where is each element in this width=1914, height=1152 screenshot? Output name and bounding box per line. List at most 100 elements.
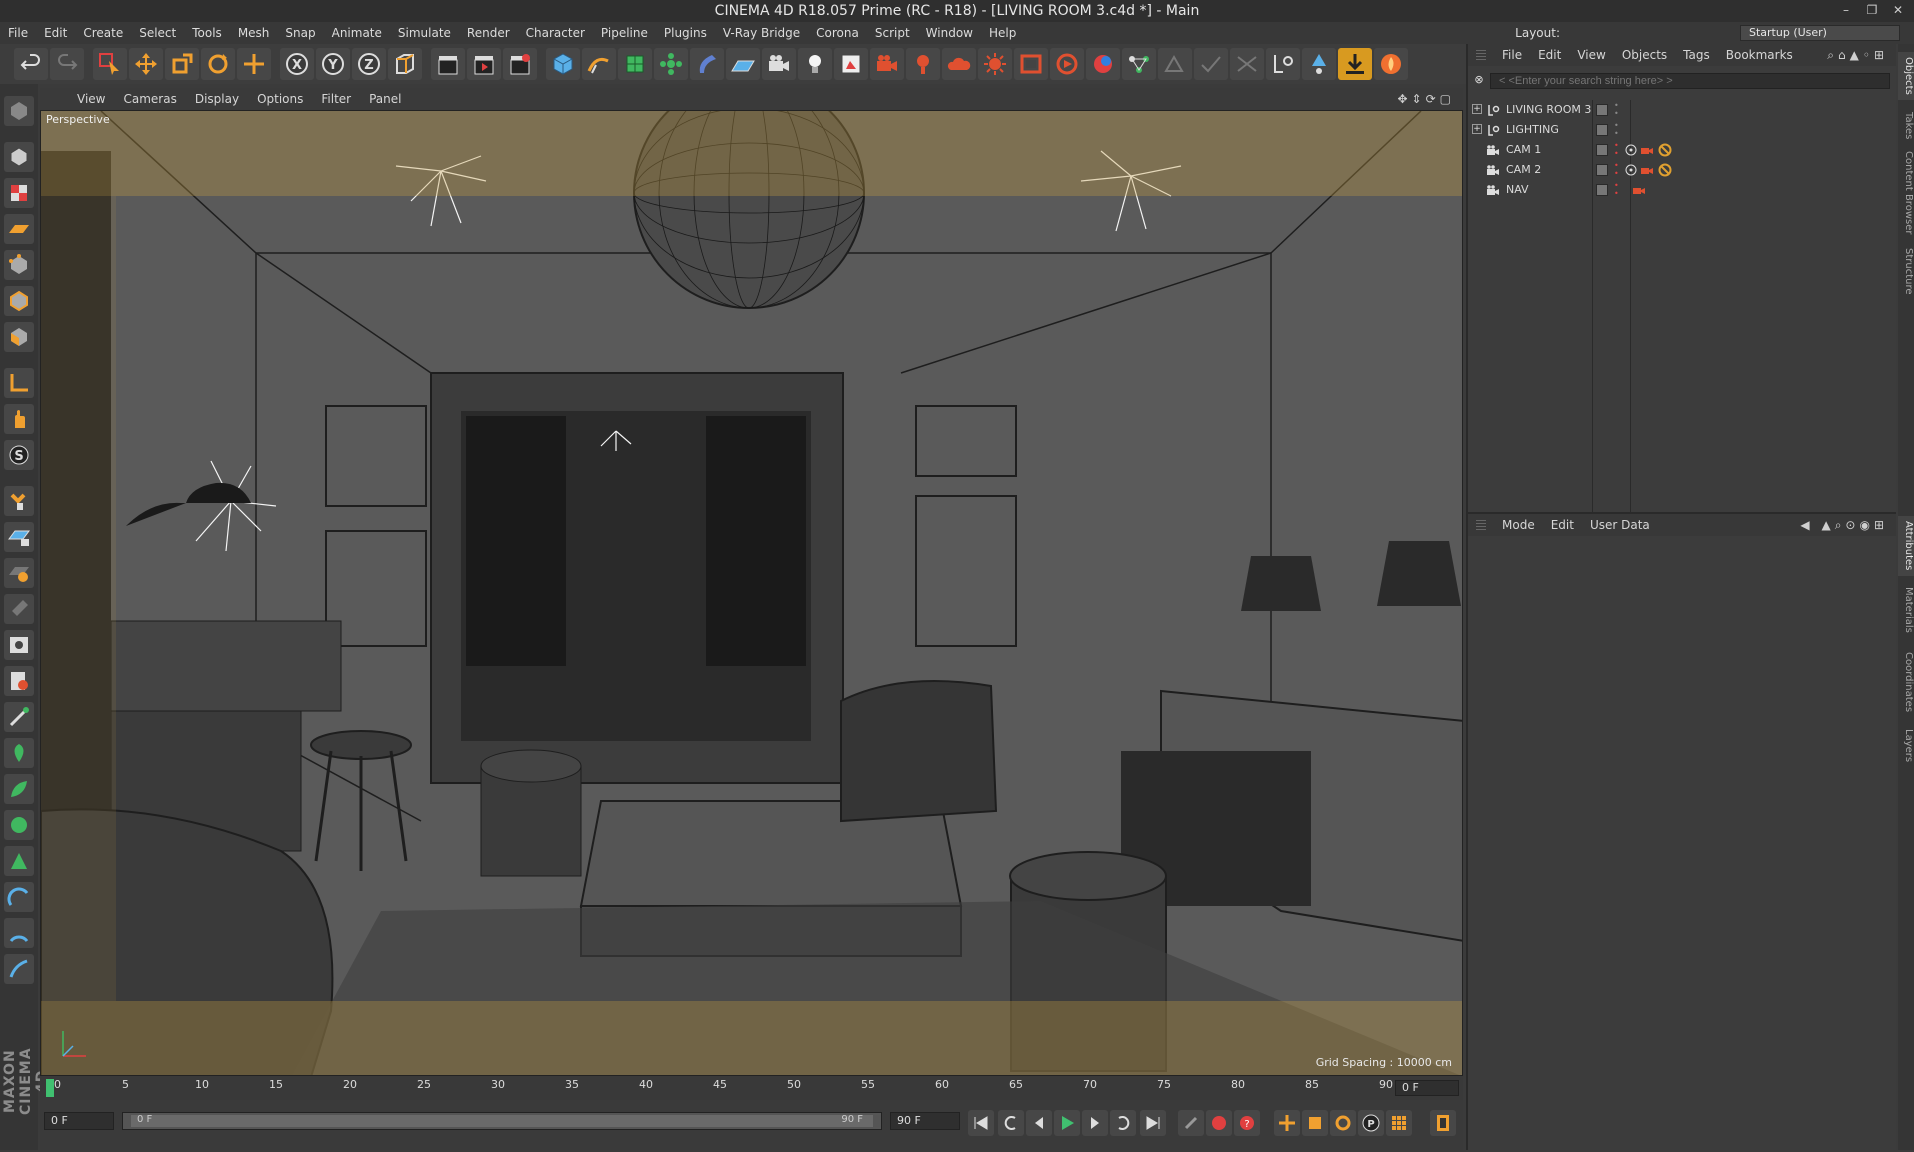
key-rotation-button[interactable] <box>1330 1110 1356 1136</box>
z-axis-button[interactable]: Z <box>352 48 386 80</box>
plugin-side-4-button[interactable] <box>4 846 34 876</box>
vray-camera-tag-icon[interactable] <box>1640 163 1654 177</box>
menu-mesh[interactable]: Mesh <box>230 22 278 44</box>
polygons-mode-button[interactable] <box>4 322 34 352</box>
plugin-side-2-button[interactable] <box>4 774 34 804</box>
vray-render-button[interactable] <box>1050 48 1084 80</box>
layer-color-swatch[interactable] <box>1596 124 1608 136</box>
menu-simulate[interactable]: Simulate <box>390 22 459 44</box>
pen-spline-button[interactable] <box>582 48 616 80</box>
layout-select[interactable]: Startup (User) <box>1740 25 1900 41</box>
visibility-dots[interactable]: • • <box>1614 122 1620 138</box>
plugin-side-7-button[interactable] <box>4 954 34 984</box>
object-name[interactable]: CAM 2 <box>1506 163 1541 176</box>
side-tab-takes[interactable]: Takes <box>1898 106 1914 146</box>
visibility-dots[interactable]: • • <box>1614 162 1620 178</box>
target-tag-icon[interactable] <box>1624 163 1638 177</box>
edit-render-settings-button[interactable] <box>503 48 537 80</box>
object-search-input[interactable] <box>1490 73 1890 89</box>
cube-button[interactable] <box>546 48 580 80</box>
am-header-icons[interactable]: ◀ ▲⌕⊙◉⊞ <box>1800 518 1888 533</box>
points-mode-button[interactable] <box>4 250 34 280</box>
object-name[interactable]: CAM 1 <box>1506 143 1541 156</box>
visibility-dots[interactable]: • • <box>1614 182 1620 198</box>
object-name[interactable]: LIVING ROOM 3 <box>1506 103 1591 116</box>
menu-pipeline[interactable]: Pipeline <box>593 22 656 44</box>
menu-tools[interactable]: Tools <box>184 22 230 44</box>
plugin-side-6-button[interactable] <box>4 918 34 948</box>
restore-icon[interactable]: ❐ <box>1860 0 1884 22</box>
side-tab-layers[interactable]: Layers <box>1898 724 1914 768</box>
snapping-button[interactable]: S <box>4 440 34 470</box>
soft-selection-button[interactable] <box>4 558 34 588</box>
x-axis-button[interactable]: X <box>280 48 314 80</box>
expand-toggle[interactable]: + <box>1472 124 1482 134</box>
redo-button[interactable] <box>50 48 84 80</box>
side-tab-content-browser[interactable]: Content Browser <box>1898 148 1914 238</box>
layer-color-swatch[interactable] <box>1596 144 1608 156</box>
minimize-icon[interactable]: – <box>1834 0 1858 22</box>
live-selection-button[interactable] <box>93 48 127 80</box>
axis-mode-button[interactable] <box>4 368 34 398</box>
vray-camera-tag-icon[interactable] <box>1640 143 1654 157</box>
object-name[interactable]: LIGHTING <box>1506 123 1559 136</box>
viewport-nav-icons[interactable]: ✥⇕⟳▢ <box>1397 92 1455 106</box>
target-tag-icon[interactable] <box>1624 143 1638 157</box>
vray-sky-button[interactable] <box>942 48 976 80</box>
viewport-menu-options[interactable]: Options <box>248 92 312 106</box>
am-menu-mode[interactable]: Mode <box>1494 518 1543 532</box>
start-frame-field[interactable]: 0 F <box>44 1112 114 1130</box>
vray-camera-tag-icon[interactable] <box>1632 183 1646 197</box>
viewport-menu-cameras[interactable]: Cameras <box>114 92 185 106</box>
object-row-cam-2[interactable]: CAM 2 • • <box>1468 160 1898 180</box>
dynamics-button[interactable] <box>1302 48 1336 80</box>
subdivision-surface-button[interactable] <box>618 48 652 80</box>
key-parameter-button[interactable]: P <box>1358 1110 1384 1136</box>
plugin-tool-1-button[interactable] <box>1158 48 1192 80</box>
edges-mode-button[interactable] <box>4 286 34 316</box>
recent-tools-button[interactable] <box>237 48 271 80</box>
floor-button[interactable] <box>726 48 760 80</box>
search-clear-icon[interactable]: ⊗ <box>1472 73 1486 87</box>
layer-color-swatch[interactable] <box>1596 184 1608 196</box>
autokey-button[interactable]: ? <box>1234 1110 1260 1136</box>
cloner-button[interactable] <box>654 48 688 80</box>
key-position-button[interactable] <box>1274 1110 1300 1136</box>
menu-select[interactable]: Select <box>131 22 184 44</box>
model-mode-button[interactable] <box>4 142 34 172</box>
menu-edit[interactable]: Edit <box>36 22 75 44</box>
corona-button[interactable] <box>1086 48 1120 80</box>
panel-grip-icon[interactable] <box>1476 50 1486 60</box>
om-menu-view[interactable]: View <box>1569 48 1613 62</box>
end-frame-field[interactable]: 90 F <box>890 1112 960 1130</box>
viewport-menu-filter[interactable]: Filter <box>312 92 360 106</box>
camera-button[interactable] <box>762 48 796 80</box>
timeline-window-button[interactable] <box>1430 1110 1456 1136</box>
object-row-lighting[interactable]: + LIGHTING • • <box>1468 120 1898 140</box>
side-tab-structure[interactable]: Structure <box>1898 244 1914 298</box>
side-tab-coordinates[interactable]: Coordinates <box>1898 644 1914 720</box>
close-icon[interactable]: ✕ <box>1886 0 1910 22</box>
render-settings-side-button[interactable] <box>4 666 34 696</box>
move-tool-button[interactable] <box>129 48 163 80</box>
layer-color-swatch[interactable] <box>1596 104 1608 116</box>
om-header-icons[interactable]: ⌕⌂▲◦⊞ <box>1827 48 1888 63</box>
am-menu-edit[interactable]: Edit <box>1543 518 1582 532</box>
playhead-marker[interactable] <box>46 1079 54 1097</box>
key-pla-button[interactable] <box>1386 1110 1412 1136</box>
workplane-mode-button[interactable] <box>4 214 34 244</box>
tweak-mode-button[interactable] <box>4 404 34 434</box>
menu-render[interactable]: Render <box>459 22 518 44</box>
record-position-button[interactable] <box>1178 1110 1204 1136</box>
undo-button[interactable] <box>14 48 48 80</box>
om-menu-tags[interactable]: Tags <box>1675 48 1718 62</box>
viewport-menu-panel[interactable]: Panel <box>360 92 410 106</box>
bend-deformer-button[interactable] <box>690 48 724 80</box>
plugin-side-1-button[interactable] <box>4 738 34 768</box>
light-button[interactable] <box>798 48 832 80</box>
previous-frame-button[interactable] <box>1026 1110 1052 1136</box>
menu-animate[interactable]: Animate <box>324 22 390 44</box>
menu-plugins[interactable]: Plugins <box>656 22 715 44</box>
next-frame-button[interactable] <box>1082 1110 1108 1136</box>
om-menu-objects[interactable]: Objects <box>1614 48 1675 62</box>
